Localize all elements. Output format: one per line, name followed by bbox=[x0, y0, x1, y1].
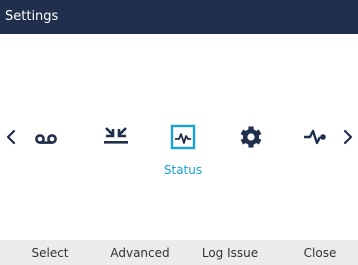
page-title: Settings bbox=[5, 9, 59, 24]
status-icon bbox=[170, 124, 196, 150]
menu-item-diagnostics[interactable] bbox=[295, 123, 335, 151]
softkey-bar: Select Advanced Log Issue Close bbox=[0, 240, 358, 265]
chevron-right-icon bbox=[343, 129, 353, 145]
gear-icon bbox=[240, 126, 262, 148]
diagnostics-icon bbox=[304, 129, 326, 145]
title-bar: Settings bbox=[0, 0, 358, 34]
menu-item-status[interactable] bbox=[163, 123, 203, 151]
select-softkey[interactable]: Select bbox=[18, 246, 82, 261]
selected-item-label: Status bbox=[163, 163, 203, 177]
call-log-icon bbox=[104, 127, 128, 144]
advanced-softkey[interactable]: Advanced bbox=[100, 246, 180, 261]
chevron-left-icon bbox=[6, 129, 16, 145]
scroll-left-arrow[interactable] bbox=[4, 127, 18, 147]
menu-item-voicemail[interactable] bbox=[26, 123, 66, 151]
menu-item-call-log[interactable] bbox=[96, 123, 136, 151]
close-softkey[interactable]: Close bbox=[292, 246, 348, 261]
voicemail-icon bbox=[35, 134, 57, 144]
scroll-right-arrow[interactable] bbox=[341, 127, 355, 147]
menu-item-settings[interactable] bbox=[231, 123, 271, 151]
log-issue-softkey[interactable]: Log Issue bbox=[192, 246, 268, 261]
